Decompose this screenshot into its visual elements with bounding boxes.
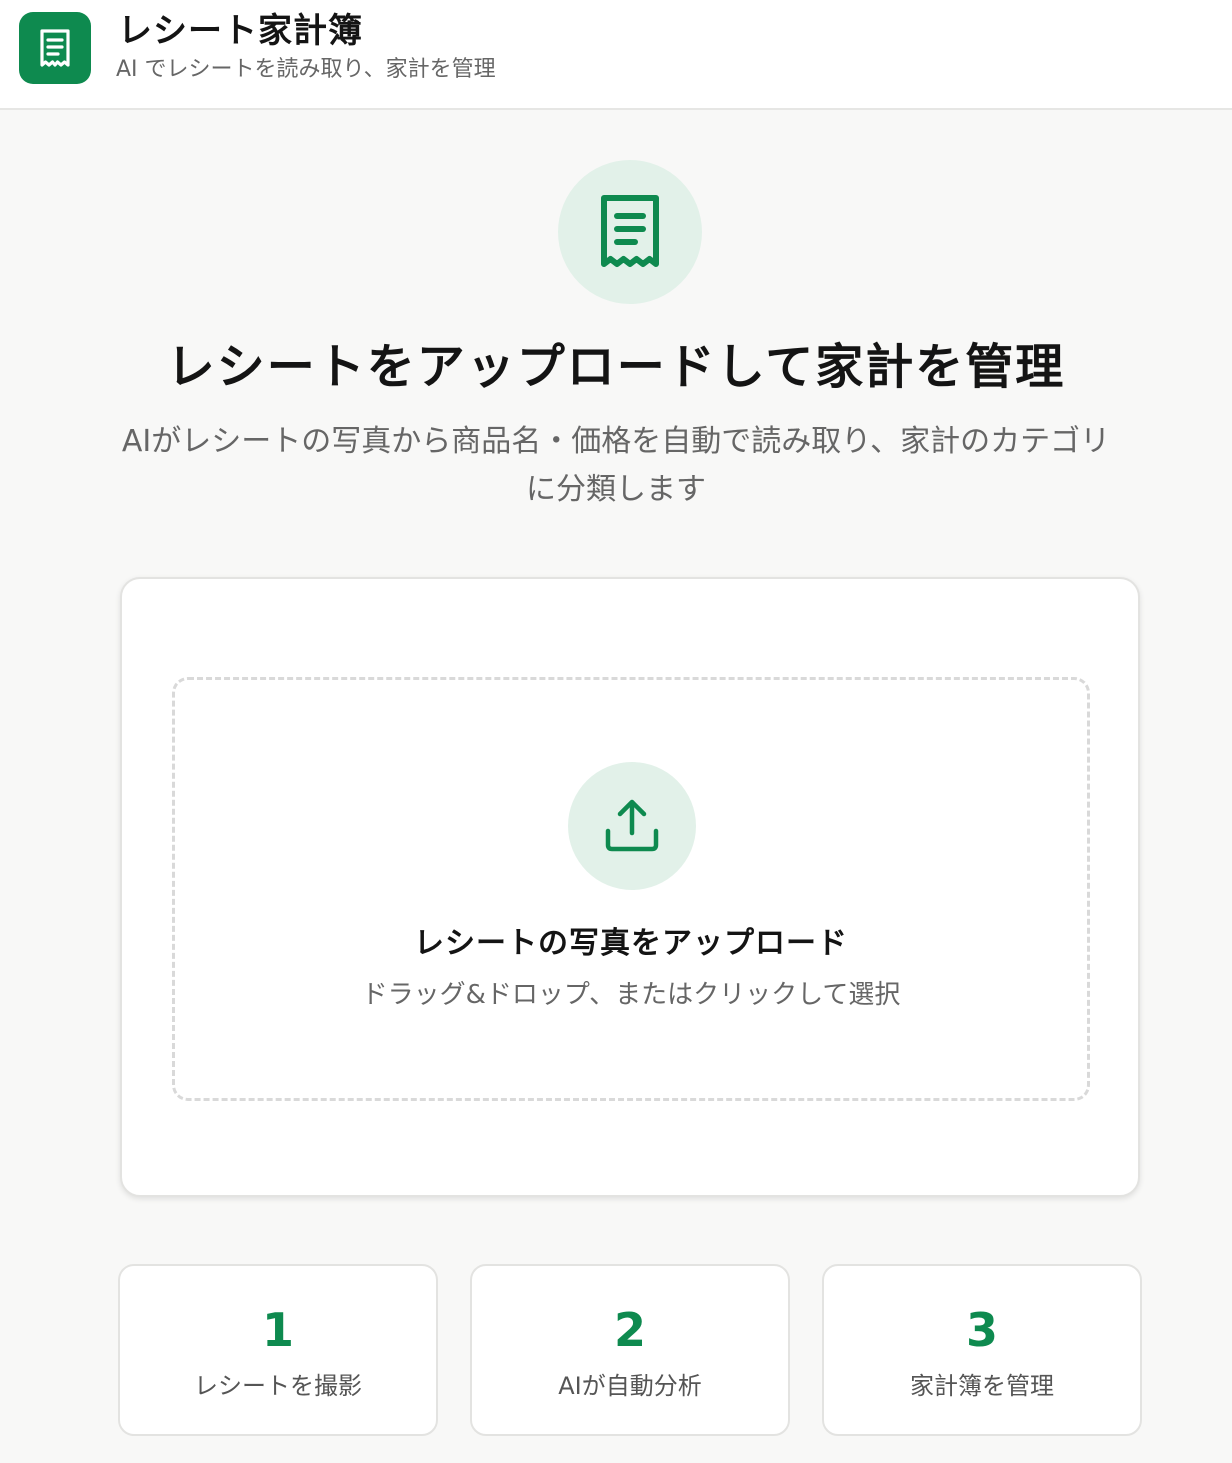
step-card-2: 2 AIが自動分析 [470, 1264, 790, 1436]
upload-icon [605, 799, 659, 852]
step-label: レシートを撮影 [194, 1372, 362, 1400]
step-card-1: 1 レシートを撮影 [118, 1264, 438, 1436]
hero-title: レシートをアップロードして家計を管理 [166, 339, 1066, 395]
upload-card: レシートの写真をアップロード ドラッグ&ドロップ、またはクリックして選択 [120, 577, 1140, 1197]
app-subtitle: AI でレシートを読み取り、家計を管理 [116, 57, 496, 82]
hero-receipt-badge [558, 160, 702, 304]
step-label: 家計簿を管理 [910, 1372, 1054, 1400]
step-number: 1 [261, 1303, 294, 1357]
upload-hint: ドラッグ&ドロップ、またはクリックして選択 [361, 980, 901, 1010]
step-label: AIが自動分析 [558, 1372, 702, 1400]
app-logo [19, 12, 91, 84]
app-header: レシート家計簿 AI でレシートを読み取り、家計を管理 [0, 0, 1232, 110]
receipt-icon [40, 29, 70, 67]
step-card-3: 3 家計簿を管理 [822, 1264, 1142, 1436]
receipt-icon [601, 195, 659, 267]
app-title: レシート家計簿 [118, 11, 363, 51]
upload-title: レシートの写真をアップロード [414, 926, 848, 961]
hero-description: AIがレシートの写真から商品名・価格を自動で読み取り、家計のカテゴリに分類します [121, 424, 1111, 507]
upload-dropzone[interactable]: レシートの写真をアップロード ドラッグ&ドロップ、またはクリックして選択 [172, 677, 1090, 1101]
step-number: 3 [965, 1303, 998, 1357]
upload-icon-badge [568, 762, 696, 890]
step-number: 2 [613, 1303, 646, 1357]
